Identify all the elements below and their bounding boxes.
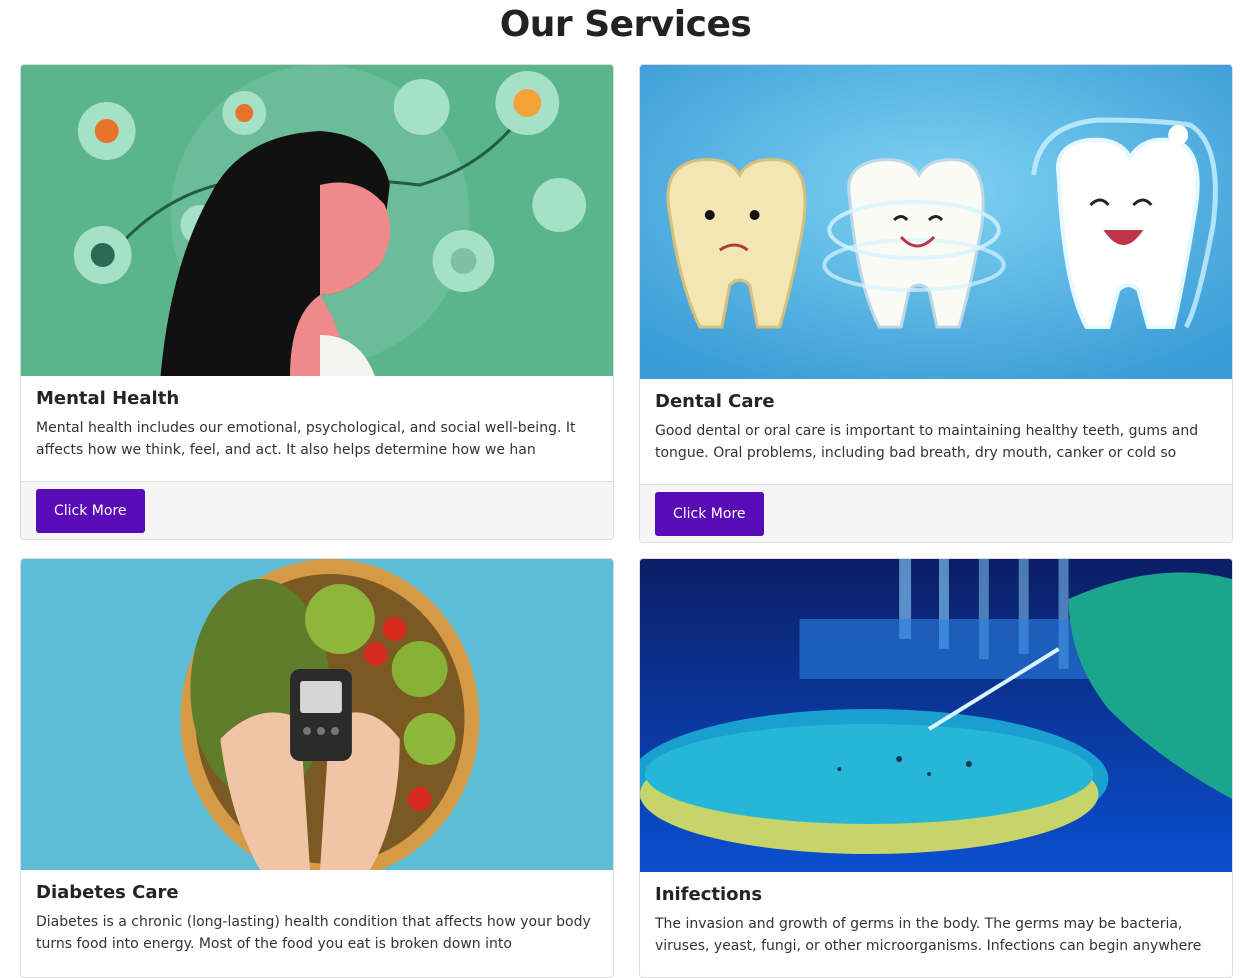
card-footer: Click More: [21, 481, 613, 539]
card-text: Diabetes is a chronic (long-lasting) hea…: [36, 914, 591, 952]
service-card-diabetes-care: Diabetes Care Diabetes is a chronic (lon…: [20, 558, 614, 978]
card-text: Good dental or oral care is important to…: [655, 423, 1199, 461]
page-title: Our Services: [499, 4, 752, 45]
card-title: Inifections: [655, 884, 763, 905]
card-title: Dental Care: [655, 391, 775, 412]
card-title: Diabetes Care: [36, 882, 179, 903]
diabetes-care-image: [21, 559, 613, 870]
infections-image: [640, 559, 1232, 872]
mental-health-image: [21, 65, 613, 376]
card-title: Mental Health: [36, 388, 180, 409]
service-card-dental-care: Dental Care Good dental or oral care is …: [639, 64, 1233, 543]
service-card-mental-health: Mental Health Mental health includes our…: [20, 64, 614, 540]
dental-care-image: [640, 65, 1232, 379]
click-more-button[interactable]: Click More: [655, 492, 764, 536]
card-footer: Click More: [640, 484, 1232, 542]
click-more-button[interactable]: Click More: [36, 489, 145, 533]
service-card-infections: Inifections The invasion and growth of g…: [639, 558, 1233, 978]
card-text: The invasion and growth of germs in the …: [655, 916, 1202, 954]
card-text: Mental health includes our emotional, ps…: [36, 420, 576, 458]
